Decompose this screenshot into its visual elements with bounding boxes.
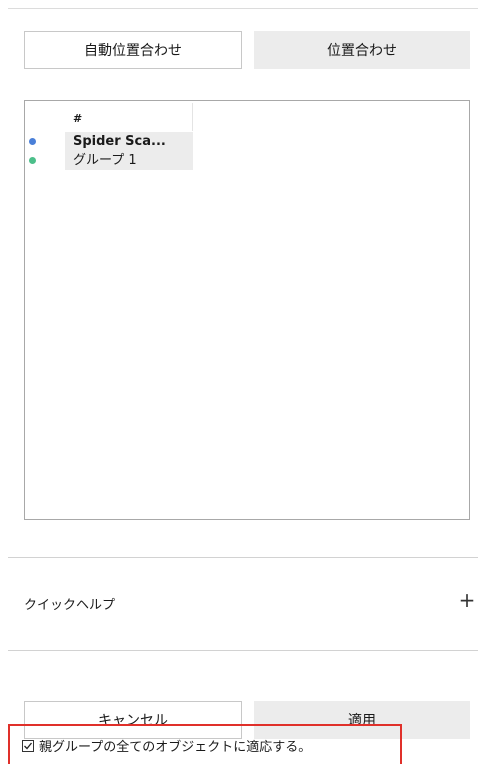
align-button[interactable]: 位置合わせ xyxy=(254,31,470,69)
quick-help-label[interactable]: クイックヘルプ xyxy=(24,594,115,613)
green-dot-icon xyxy=(29,157,36,164)
list-item-label: グループ 1 xyxy=(65,151,193,170)
apply-button[interactable]: 適用 xyxy=(254,701,470,739)
object-list-panel[interactable]: # Spider Sca... グループ 1 xyxy=(24,100,470,520)
column-header[interactable]: # xyxy=(65,103,193,131)
section-divider xyxy=(8,557,478,558)
auto-align-button[interactable]: 自動位置合わせ xyxy=(24,31,242,69)
option-label: 親グループの全てのオブジェクトに適応する。 xyxy=(39,740,312,755)
list-item[interactable]: Spider Sca... xyxy=(25,132,193,151)
apply-to-all-option[interactable]: 親グループの全てのオブジェクトに適応する。 xyxy=(22,736,311,755)
blue-dot-icon xyxy=(29,138,36,145)
plus-icon[interactable]: + xyxy=(458,590,476,610)
cancel-button[interactable]: キャンセル xyxy=(24,701,242,739)
section-divider xyxy=(8,650,478,651)
top-divider xyxy=(8,8,478,9)
list-item[interactable]: グループ 1 xyxy=(25,151,193,170)
checkbox[interactable] xyxy=(22,739,34,752)
list-item-label: Spider Sca... xyxy=(65,132,193,151)
checkmark-icon xyxy=(24,742,33,749)
